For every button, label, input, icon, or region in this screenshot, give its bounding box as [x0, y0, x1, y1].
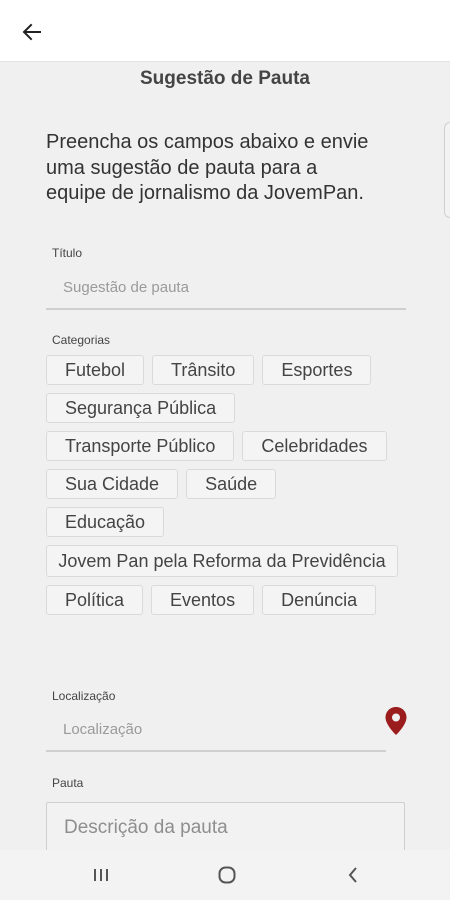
categories-chip-group: Futebol Trânsito Esportes Segurança Públ…	[46, 355, 401, 615]
system-back-button[interactable]	[338, 862, 368, 888]
titulo-label: Título	[52, 246, 83, 260]
location-button[interactable]	[384, 706, 408, 736]
intro-text: Preencha os campos abaixo e envie uma su…	[46, 131, 369, 204]
map-pin-icon	[385, 707, 407, 735]
chip-denuncia[interactable]: Denúncia	[262, 585, 377, 615]
back-button[interactable]	[16, 16, 48, 48]
localizacao-label: Localização	[52, 689, 116, 703]
localizacao-input[interactable]: Localização	[46, 712, 386, 752]
chip-seguranca-publica[interactable]: Segurança Pública	[46, 393, 236, 423]
scroll-indicator	[444, 122, 450, 218]
chip-reforma-previdencia[interactable]: Jovem Pan pela Reforma da Previdência	[46, 545, 398, 577]
system-nav-bar	[0, 850, 450, 900]
recents-button[interactable]	[86, 862, 116, 888]
app-bar	[0, 0, 450, 62]
chip-educacao[interactable]: Educação	[46, 507, 165, 537]
chip-eventos[interactable]: Eventos	[151, 585, 255, 615]
chip-politica[interactable]: Política	[46, 585, 144, 615]
categorias-label: Categorias	[52, 333, 111, 347]
back-chevron-icon	[348, 867, 357, 883]
chip-celebridades[interactable]: Celebridades	[242, 431, 387, 461]
chip-saude[interactable]: Saúde	[186, 469, 277, 499]
arrow-left-icon	[22, 23, 41, 41]
home-button[interactable]	[212, 862, 242, 888]
chip-transporte-publico[interactable]: Transporte Público	[46, 431, 235, 461]
recents-icon	[94, 869, 108, 881]
chip-transito[interactable]: Trânsito	[152, 355, 255, 385]
page-title: Sugestão de Pauta	[140, 68, 310, 89]
titulo-input[interactable]: Sugestão de pauta	[46, 270, 406, 310]
chip-sua-cidade[interactable]: Sua Cidade	[46, 469, 179, 499]
chip-futebol[interactable]: Futebol	[46, 355, 145, 385]
home-icon	[218, 866, 236, 884]
chip-esportes[interactable]: Esportes	[262, 355, 372, 385]
pauta-label: Pauta	[52, 776, 84, 790]
